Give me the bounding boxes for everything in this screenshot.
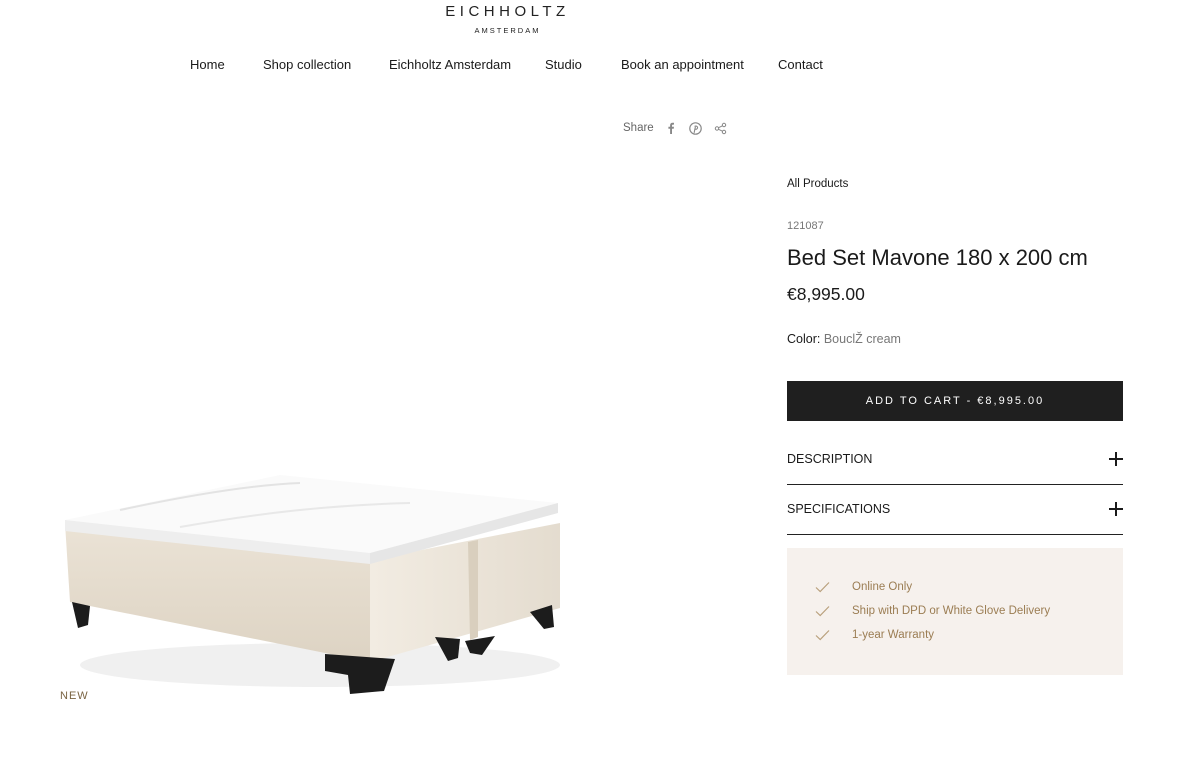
check-icon [815,606,830,617]
nav-item-eichholtz-amsterdam[interactable]: Eichholtz Amsterdam [389,57,511,72]
breadcrumb[interactable]: All Products [787,178,848,190]
nav-item-shop-collection[interactable]: Shop collection [263,57,351,72]
brand-name: EICHHOLTZ [445,3,570,20]
perk-item: 1-year Warranty [815,626,934,644]
product-sku: 121087 [787,220,824,232]
nav-item-studio[interactable]: Studio [545,57,582,72]
specifications-label: SPECIFICATIONS [787,502,891,516]
perk-label: 1-year Warranty [852,629,935,641]
check-icon [815,582,830,593]
perk-item: Online Only [815,578,912,596]
add-to-cart-button[interactable]: ADD TO CART - €8,995.00 [787,381,1123,421]
main-nav: Home Shop collection Eichholtz Amsterdam… [0,57,1179,75]
brand-sub: AMSTERDAM [474,26,541,35]
description-accordion[interactable]: DESCRIPTION [787,435,1123,485]
brand-logo[interactable]: EICHHOLTZ AMSTERDAM [430,3,585,35]
share-label: Share [623,122,654,134]
specifications-accordion[interactable]: SPECIFICATIONS [787,485,1123,535]
perk-label: Ship with DPD or White Glove Delivery [852,605,1051,617]
product-color: Color: BouclŽ cream [787,332,901,346]
color-label: Color: [787,332,821,346]
product-price: €8,995.00 [787,284,865,304]
facebook-icon[interactable] [664,121,678,135]
description-label: DESCRIPTION [787,452,873,466]
new-badge: NEW [60,690,89,702]
nav-item-home[interactable]: Home [190,57,225,72]
pinterest-icon[interactable] [689,121,703,135]
nav-item-book-appointment[interactable]: Book an appointment [621,57,744,72]
perk-label: Online Only [852,581,913,593]
perks-box: Online Only Ship with DPD or White Glove… [787,548,1123,675]
share-bar: Share [623,121,739,135]
share-icon[interactable] [714,121,728,135]
product-image[interactable] [60,465,570,705]
plus-icon[interactable] [1109,502,1123,516]
plus-icon[interactable] [1109,452,1123,466]
perk-item: Ship with DPD or White Glove Delivery [815,602,1050,620]
nav-item-contact[interactable]: Contact [778,57,823,72]
product-title: Bed Set Mavone 180 x 200 cm [787,245,1088,270]
color-value: BouclŽ cream [823,332,901,346]
check-icon [815,630,830,641]
